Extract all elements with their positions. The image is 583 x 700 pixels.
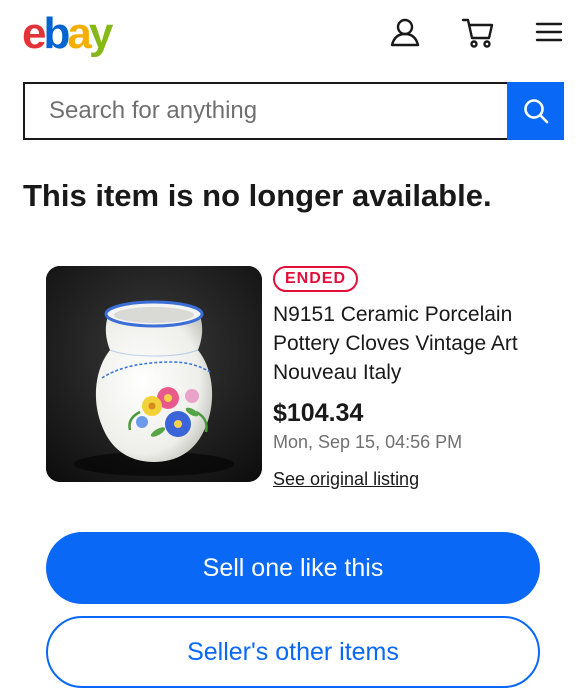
cart-icon[interactable] xyxy=(460,14,496,50)
ebay-logo[interactable]: ebay xyxy=(22,8,114,60)
search-button[interactable] xyxy=(507,82,564,140)
search-bar xyxy=(23,82,564,140)
sell-one-like-this-button[interactable]: Sell one like this xyxy=(46,532,540,604)
header: ebay xyxy=(0,0,583,70)
logo-letter-b: b xyxy=(43,9,70,58)
item-price: $104.34 xyxy=(273,399,364,427)
user-icon[interactable] xyxy=(387,14,423,50)
menu-icon[interactable] xyxy=(531,14,567,50)
search-icon xyxy=(523,99,548,124)
item-title[interactable]: N9151 Ceramic Porcelain Pottery Cloves V… xyxy=(273,300,563,387)
sellers-other-items-button[interactable]: Seller's other items xyxy=(46,616,540,688)
see-original-listing-link[interactable]: See original listing xyxy=(273,469,419,490)
item-image[interactable] xyxy=(46,266,262,482)
logo-letter-e: e xyxy=(22,9,47,58)
search-input[interactable] xyxy=(23,82,507,140)
item-end-date: Mon, Sep 15, 04:56 PM xyxy=(273,432,463,452)
unavailable-notice: This item is no longer available. xyxy=(23,178,492,213)
status-badge: ENDED xyxy=(273,266,359,292)
item-details: ENDED N9151 Ceramic Porcelain Pottery Cl… xyxy=(273,266,563,490)
logo-letter-y: y xyxy=(88,9,114,58)
logo-letter-a: a xyxy=(67,9,92,58)
